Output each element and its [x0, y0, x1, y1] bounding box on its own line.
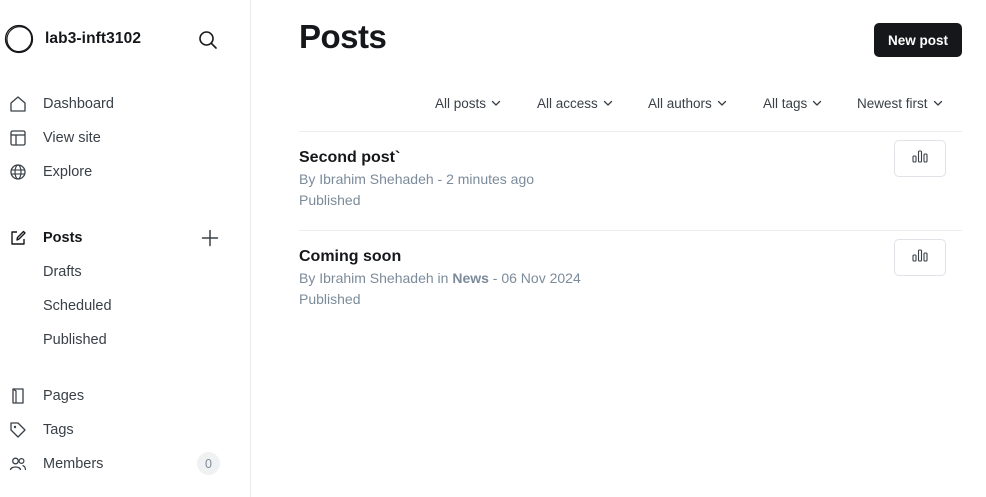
sidebar-item-label: Dashboard [43, 96, 114, 112]
post-meta: By Ibrahim Shehadeh - 2 minutes ago [299, 171, 535, 187]
post-status: Published [299, 291, 361, 307]
post-primary-tag[interactable]: News [452, 270, 489, 286]
search-icon[interactable] [196, 28, 220, 52]
post-analytics-button[interactable] [894, 140, 946, 177]
filter-label: All posts [435, 95, 487, 111]
sidebar-item-drafts[interactable]: Drafts [0, 258, 250, 286]
filter-all-posts[interactable]: All posts [435, 92, 501, 114]
page-icon [9, 387, 27, 405]
filter-sort-order[interactable]: Newest first [857, 92, 943, 114]
chevron-down-icon [603, 98, 613, 108]
bar-chart-icon [911, 149, 929, 168]
page-title: Posts [299, 18, 387, 55]
sidebar-item-label: Posts [43, 230, 83, 246]
site-name: lab3-inft3102 [45, 30, 142, 47]
sidebar-item-pages[interactable]: Pages [0, 381, 250, 411]
edit-icon [9, 229, 27, 247]
chevron-down-icon [717, 98, 727, 108]
sidebar-item-tags[interactable]: Tags [0, 415, 250, 445]
list-divider [299, 131, 962, 132]
sidebar: lab3-inft3102 Dashboard View site Explor… [0, 0, 251, 497]
sidebar-item-dashboard[interactable]: Dashboard [0, 89, 250, 119]
post-title[interactable]: Coming soon [299, 248, 401, 266]
sidebar-item-label: Explore [43, 164, 93, 180]
sidebar-item-label: Members [43, 456, 104, 472]
chevron-down-icon [812, 98, 822, 108]
filter-label: All tags [763, 95, 808, 111]
post-list-item[interactable]: Second post` By Ibrahim Shehadeh - 2 min… [299, 140, 962, 247]
home-icon [9, 95, 27, 113]
sidebar-item-label: View site [43, 130, 101, 146]
chevron-down-icon [491, 98, 501, 108]
members-icon [9, 455, 27, 473]
tag-icon [9, 421, 27, 439]
filter-label: All authors [648, 95, 712, 111]
list-divider [299, 230, 962, 231]
post-date: - 06 Nov 2024 [492, 270, 581, 286]
globe-icon [9, 163, 27, 181]
add-post-icon[interactable] [199, 227, 221, 249]
filter-label: All access [537, 95, 598, 111]
chevron-down-icon [933, 98, 943, 108]
main-content: Posts New post All posts All access All … [251, 0, 986, 497]
sidebar-item-view-site[interactable]: View site [0, 123, 250, 153]
filter-all-authors[interactable]: All authors [648, 92, 727, 114]
filter-label: Newest first [857, 95, 928, 111]
post-list-item[interactable]: Coming soon By Ibrahim Shehadeh in News … [299, 239, 962, 346]
new-post-button[interactable]: New post [874, 23, 962, 57]
filter-bar: All posts All access All authors All tag… [251, 92, 962, 114]
sidebar-item-scheduled[interactable]: Scheduled [0, 292, 250, 320]
sidebar-item-published[interactable]: Published [0, 326, 250, 354]
post-status: Published [299, 192, 361, 208]
post-title[interactable]: Second post` [299, 149, 400, 167]
post-meta: By Ibrahim Shehadeh in News - 06 Nov 202… [299, 270, 581, 286]
filter-all-tags[interactable]: All tags [763, 92, 822, 114]
sidebar-item-label: Drafts [43, 264, 82, 280]
post-author: By Ibrahim Shehadeh in [299, 270, 449, 286]
sidebar-item-explore[interactable]: Explore [0, 157, 250, 187]
site-logo-icon [4, 24, 34, 54]
sidebar-item-label: Published [43, 332, 107, 348]
bar-chart-icon [911, 248, 929, 267]
members-count-badge: 0 [197, 452, 220, 475]
layout-icon [9, 129, 27, 147]
sidebar-item-label: Pages [43, 388, 85, 404]
sidebar-item-label: Tags [43, 422, 74, 438]
post-analytics-button[interactable] [894, 239, 946, 276]
filter-all-access[interactable]: All access [537, 92, 613, 114]
sidebar-item-label: Scheduled [43, 298, 112, 314]
site-brand[interactable]: lab3-inft3102 [4, 23, 141, 55]
